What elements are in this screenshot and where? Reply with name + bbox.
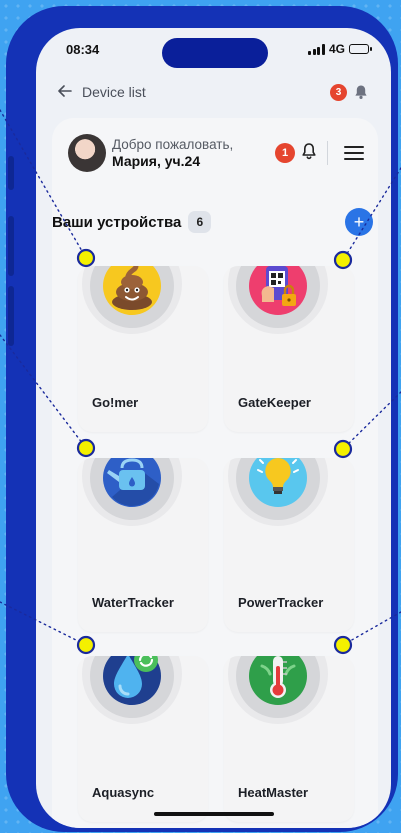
side-button bbox=[8, 216, 14, 276]
device-card-powertracker[interactable]: PowerTracker bbox=[224, 458, 354, 632]
notification-count-badge: 3 bbox=[330, 83, 347, 101]
nav-notifications[interactable]: 3 bbox=[330, 83, 369, 101]
poop-emoji-icon bbox=[103, 266, 161, 315]
signal-icon bbox=[308, 43, 325, 55]
watering-can-icon bbox=[103, 458, 161, 507]
device-count-badge: 6 bbox=[188, 211, 212, 233]
menu-icon[interactable] bbox=[344, 145, 364, 161]
side-button bbox=[8, 286, 14, 346]
side-button bbox=[8, 156, 14, 190]
device-card-aquasync[interactable]: Aquasync bbox=[78, 656, 208, 822]
device-name: WaterTracker bbox=[92, 595, 174, 610]
nav-title[interactable]: Device list bbox=[82, 84, 146, 100]
avatar[interactable] bbox=[68, 134, 106, 172]
add-device-button[interactable]: + bbox=[345, 208, 373, 236]
network-label: 4G bbox=[328, 42, 345, 56]
greeting-block: Добро пожаловать, Мария, уч.24 bbox=[112, 137, 233, 170]
status-bar: 08:34 4G bbox=[36, 38, 391, 68]
device-name: Aquasync bbox=[92, 785, 155, 800]
device-name: HeatMaster bbox=[238, 785, 309, 800]
device-card-heatmaster[interactable]: HeatMaster bbox=[224, 656, 354, 822]
notification-count-badge: 1 bbox=[275, 143, 295, 163]
bell-outline-icon[interactable] bbox=[301, 142, 317, 165]
bell-icon[interactable] bbox=[353, 84, 369, 100]
device-name: Go!mer bbox=[92, 395, 139, 410]
thermometer-icon bbox=[249, 656, 307, 705]
phone-frame: 08:34 4G Device list 3 Добро пожаловать,… bbox=[6, 6, 398, 832]
qr-lock-phone-icon bbox=[249, 266, 307, 315]
header-divider bbox=[327, 141, 328, 165]
device-card-gomer[interactable]: Go!mer bbox=[78, 266, 208, 432]
device-name: PowerTracker bbox=[238, 595, 324, 610]
top-nav: Device list 3 bbox=[58, 80, 369, 104]
battery-icon bbox=[349, 44, 372, 54]
device-card-gatekeeper[interactable]: GateKeeper bbox=[224, 266, 354, 432]
header-actions: 1 bbox=[275, 141, 364, 165]
user-name: Мария, уч.24 bbox=[112, 152, 201, 169]
dynamic-island bbox=[162, 38, 268, 68]
devices-section-header: Ваши устройства 6 + bbox=[52, 208, 378, 236]
status-time: 08:34 bbox=[66, 42, 100, 57]
devices-panel: Добро пожаловать, Мария, уч.24 1 Ваши ус… bbox=[52, 118, 378, 828]
lightbulb-icon bbox=[249, 458, 307, 507]
status-indicators: 4G bbox=[308, 42, 372, 56]
back-arrow-icon[interactable] bbox=[58, 84, 72, 100]
home-indicator[interactable] bbox=[154, 812, 274, 816]
welcome-header: Добро пожаловать, Мария, уч.24 1 bbox=[68, 130, 364, 176]
greeting-text: Добро пожаловать, bbox=[112, 136, 234, 152]
section-title: Ваши устройства bbox=[52, 213, 182, 231]
app-screen: 08:34 4G Device list 3 Добро пожаловать,… bbox=[36, 28, 391, 828]
device-name: GateKeeper bbox=[238, 395, 311, 410]
water-drop-sync-icon bbox=[103, 656, 161, 705]
device-card-watertracker[interactable]: WaterTracker bbox=[78, 458, 208, 632]
